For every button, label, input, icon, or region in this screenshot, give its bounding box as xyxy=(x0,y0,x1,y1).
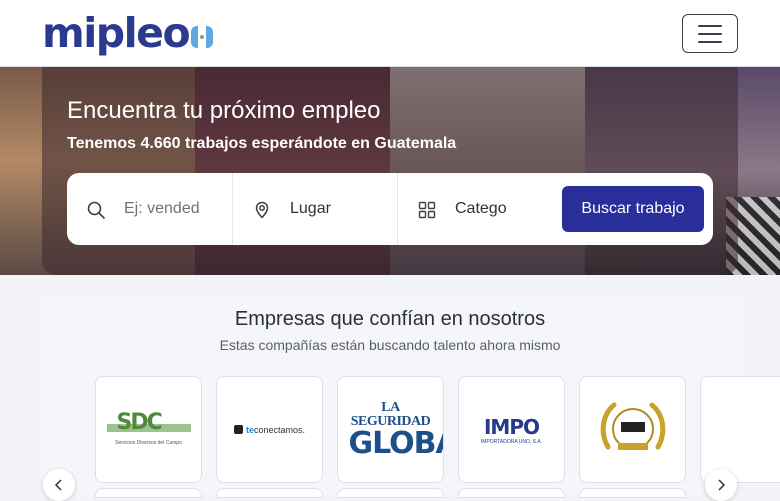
company-card-impo[interactable]: IMPO IMPORTADORA UNO, S.A. xyxy=(458,376,565,483)
hero-subtitle: Tenemos 4.660 trabajos esperándote en Gu… xyxy=(67,135,457,152)
teconectamos-mark-icon xyxy=(233,425,243,434)
university-crest-icon xyxy=(600,402,665,450)
category-select[interactable]: Catego xyxy=(455,200,555,218)
company-card-sdc[interactable]: SDC Servicios Diversos del Campo xyxy=(95,376,202,483)
keyword-field[interactable]: Ej: vended xyxy=(67,173,233,245)
company-card-universidad[interactable] xyxy=(579,376,686,483)
teconectamos-logo: teconectamos. xyxy=(233,425,305,435)
chevron-right-icon xyxy=(718,479,726,491)
menu-icon-bar xyxy=(698,24,722,27)
seguridad-global-logo: LA SEGURIDAD GLOBAL xyxy=(348,399,444,461)
companies-title: Empresas que confían en nosotros xyxy=(234,308,546,330)
company-card-row2[interactable] xyxy=(579,488,686,498)
sdc-logo: SDC Servicios Diversos del Campo xyxy=(106,410,191,450)
hamburger-menu-button[interactable] xyxy=(682,14,738,53)
search-icon xyxy=(87,201,105,219)
menu-icon-bar xyxy=(698,40,722,43)
location-select[interactable]: Lugar xyxy=(290,200,390,218)
mipleo-logo[interactable]: mipleo xyxy=(42,9,214,57)
company-card-row2[interactable] xyxy=(458,488,565,498)
impo-logo: IMPO IMPORTADORA UNO, S.A. xyxy=(480,414,543,445)
carousel-prev-button[interactable] xyxy=(43,469,75,501)
location-field[interactable]: Lugar xyxy=(233,173,398,245)
hero-title: Encuentra tu próximo empleo xyxy=(67,97,381,124)
category-grid-icon xyxy=(418,201,436,219)
menu-icon-bar xyxy=(698,32,722,35)
company-card-teconectamos[interactable]: teconectamos. xyxy=(216,376,323,483)
top-navbar: mipleo xyxy=(0,0,780,67)
category-field[interactable]: Catego xyxy=(398,173,558,245)
logo-wordmark: mipleo xyxy=(42,9,191,57)
company-card-row2[interactable] xyxy=(337,488,444,498)
company-card-seguridad-global[interactable]: LA SEGURIDAD GLOBAL xyxy=(337,376,444,483)
company-card-row2[interactable] xyxy=(216,488,323,498)
carousel-next-button[interactable] xyxy=(705,469,737,501)
job-search-form: Ej: vended Lugar Catego Buscar trabajo xyxy=(67,173,713,245)
keyword-input[interactable]: Ej: vended xyxy=(124,200,224,218)
chevron-left-icon xyxy=(54,479,62,491)
company-card-partial[interactable] xyxy=(700,376,780,483)
companies-subtitle: Estas compañías están buscando talento a… xyxy=(219,337,561,353)
search-jobs-button[interactable]: Buscar trabajo xyxy=(562,186,704,232)
guatemala-flag-icon xyxy=(191,26,214,48)
company-card-row2[interactable] xyxy=(95,488,202,498)
location-pin-icon xyxy=(255,201,269,219)
